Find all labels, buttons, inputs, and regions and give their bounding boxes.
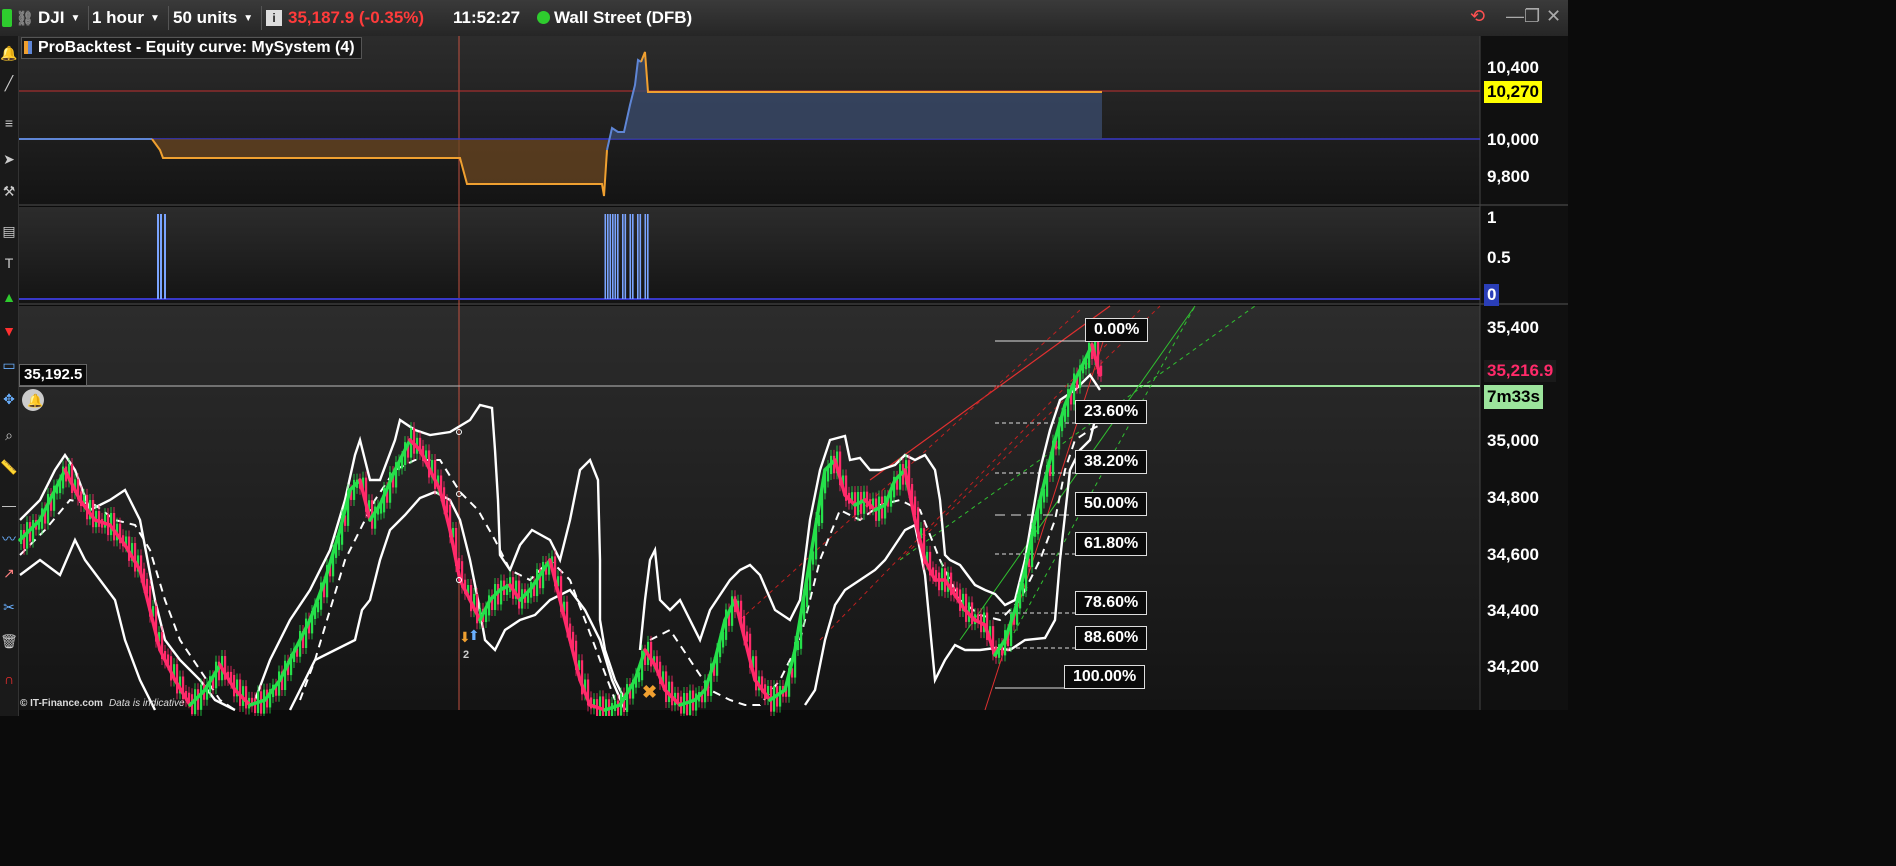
position-bar — [609, 214, 612, 299]
buy-arrow-icon: ⬆ — [468, 627, 480, 643]
equity-panel-title[interactable]: ProBacktest - Equity curve: MySystem (4) — [21, 37, 362, 59]
equity-tick: 9,800 — [1487, 167, 1530, 186]
fib-label-88.6[interactable]: 88.60% — [1075, 626, 1148, 650]
candle-countdown: 7m33s — [1484, 385, 1543, 409]
position-bar — [607, 214, 609, 299]
exit-marker-icon: ✖ — [642, 682, 657, 702]
candle-body — [500, 580, 503, 605]
candle-body — [671, 681, 674, 706]
candle-body — [32, 519, 35, 542]
position-bar — [632, 214, 634, 299]
candle-body — [254, 698, 257, 714]
equity-current-flag: 10,270 — [1484, 81, 1542, 103]
position-bar — [629, 214, 632, 299]
candle-body — [542, 561, 545, 589]
equity-tick: 10,000 — [1487, 130, 1539, 149]
position-bar — [617, 214, 619, 299]
candle-body — [602, 696, 605, 716]
position-bar — [612, 214, 614, 299]
footer-source: © IT-Finance.com — [20, 698, 103, 709]
candle-body — [971, 602, 974, 625]
candle-body — [617, 700, 620, 716]
trade-count-label: 2 — [463, 649, 469, 661]
position-tick: 1 — [1487, 208, 1497, 227]
equity-tick: 10,400 — [1487, 58, 1539, 77]
position-bar — [637, 214, 639, 299]
fib-label-38.2[interactable]: 38.20% — [1075, 450, 1148, 474]
fib-label-50[interactable]: 50.00% — [1075, 492, 1148, 516]
candle-body — [104, 514, 107, 528]
fib-label-0[interactable]: 0.00% — [1085, 318, 1149, 342]
position-current-flag: 0 — [1484, 284, 1500, 306]
price-tick: 34,600 — [1487, 545, 1539, 564]
chart-canvas[interactable]: ⬇ ⬆ 2 ✖ 🔔 — [0, 0, 1568, 716]
price-tick: 35,400 — [1487, 318, 1539, 337]
price-tick: 34,800 — [1487, 488, 1539, 507]
fib-label-61.8[interactable]: 61.80% — [1075, 532, 1148, 556]
candle-body — [245, 686, 248, 709]
position-bar — [639, 214, 642, 299]
price-tick: 35,000 — [1487, 431, 1539, 450]
position-bar — [644, 214, 647, 299]
position-bar — [160, 214, 162, 299]
price-tick: 34,200 — [1487, 657, 1539, 676]
position-bar — [614, 214, 617, 299]
position-bar — [157, 214, 159, 299]
position-bar — [604, 214, 607, 299]
current-price-flag: 35,216.9 — [1484, 360, 1557, 382]
fib-label-100[interactable]: 100.00% — [1064, 665, 1146, 689]
candle-body — [626, 684, 629, 712]
footer: © IT-Finance.com Data is indicative — [20, 698, 185, 709]
candle-body — [200, 684, 203, 710]
position-tick: 0.5 — [1487, 248, 1511, 267]
position-bar — [622, 214, 624, 299]
fib-label-78.6[interactable]: 78.60% — [1075, 591, 1148, 615]
alert-bell-glyph-icon: 🔔 — [27, 393, 43, 409]
candle-body — [98, 510, 101, 527]
candle-body — [599, 696, 602, 716]
position-panel-bg — [19, 207, 1480, 303]
candle-body — [779, 685, 782, 707]
footer-disclaimer: Data is indicative — [108, 698, 185, 709]
price-tick: 34,400 — [1487, 601, 1539, 620]
fib-label-23.6[interactable]: 23.60% — [1075, 400, 1148, 424]
position-bar — [164, 214, 166, 299]
crosshair-price-label: 35,192.5 — [19, 364, 88, 386]
equity-title-text: ProBacktest - Equity curve: MySystem (4) — [38, 39, 355, 56]
position-bar — [647, 214, 649, 299]
legend-blue-swatch — [28, 41, 32, 55]
position-bar — [624, 214, 627, 299]
